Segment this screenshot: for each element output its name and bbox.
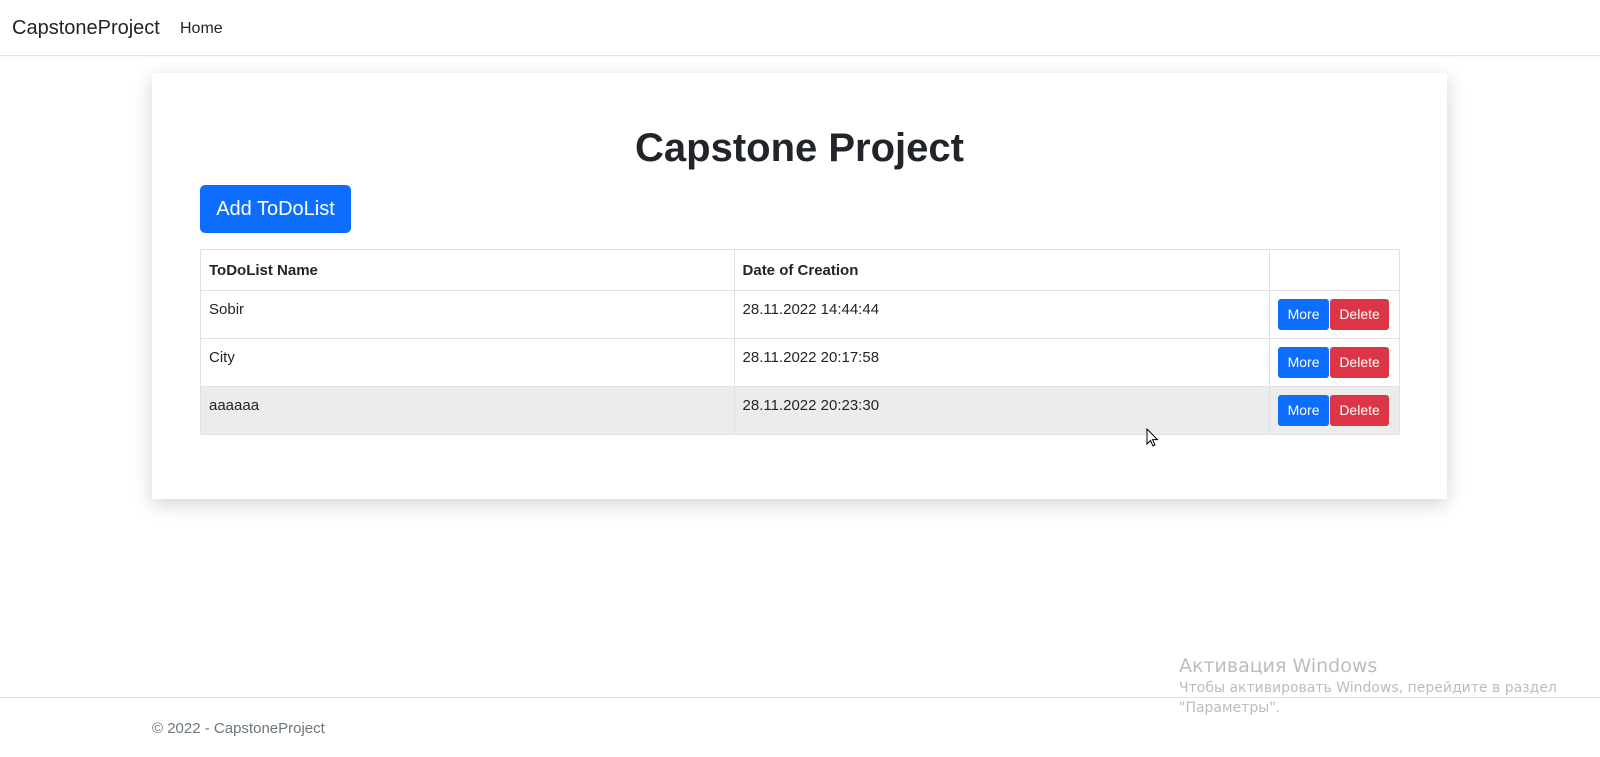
delete-button[interactable]: Delete [1330, 299, 1390, 330]
row-name: aaaaaa [200, 386, 735, 435]
watermark-title: Активация Windows [1179, 655, 1378, 677]
row-date: 28.11.2022 20:23:30 [733, 386, 1271, 435]
mouse-cursor-icon [1146, 428, 1159, 447]
row-actions: More Delete [1269, 290, 1400, 339]
header-name: ToDoList Name [200, 249, 735, 291]
page-title: Capstone Project [635, 126, 964, 170]
delete-button[interactable]: Delete [1330, 347, 1390, 378]
more-button[interactable]: More [1278, 347, 1330, 378]
footer-copyright: © 2022 - CapstoneProject [152, 720, 325, 737]
more-button[interactable]: More [1278, 395, 1330, 426]
row-name: Sobir [200, 290, 735, 339]
brand-link[interactable]: CapstoneProject [12, 16, 160, 40]
table-row: City 28.11.2022 20:17:58 More Delete [200, 338, 1400, 387]
table-row: Sobir 28.11.2022 14:44:44 More Delete [200, 290, 1400, 339]
watermark-line1: Чтобы активировать Windows, перейдите в … [1179, 680, 1557, 696]
row-actions: More Delete [1269, 338, 1400, 387]
nav-home-link[interactable]: Home [180, 19, 223, 39]
row-actions: More Delete [1269, 386, 1400, 435]
delete-button[interactable]: Delete [1330, 395, 1390, 426]
windows-activation-watermark: Активация Windows Чтобы активировать Win… [1179, 654, 1559, 718]
main-card: Capstone Project Add ToDoList ToDoList N… [152, 73, 1447, 499]
watermark-line2: "Параметры". [1179, 700, 1281, 716]
table-row: aaaaaa 28.11.2022 20:23:30 More Delete [200, 386, 1400, 435]
navbar: CapstoneProject Home [0, 0, 1600, 56]
table-header-row: ToDoList Name Date of Creation [200, 249, 1400, 291]
row-date: 28.11.2022 14:44:44 [733, 290, 1271, 339]
more-button[interactable]: More [1278, 299, 1330, 330]
header-date: Date of Creation [733, 249, 1271, 291]
add-todolist-button[interactable]: Add ToDoList [200, 185, 351, 233]
todolist-table: ToDoList Name Date of Creation Sobir 28.… [200, 249, 1400, 435]
row-date: 28.11.2022 20:17:58 [733, 338, 1271, 387]
header-actions [1269, 249, 1400, 291]
row-name: City [200, 338, 735, 387]
